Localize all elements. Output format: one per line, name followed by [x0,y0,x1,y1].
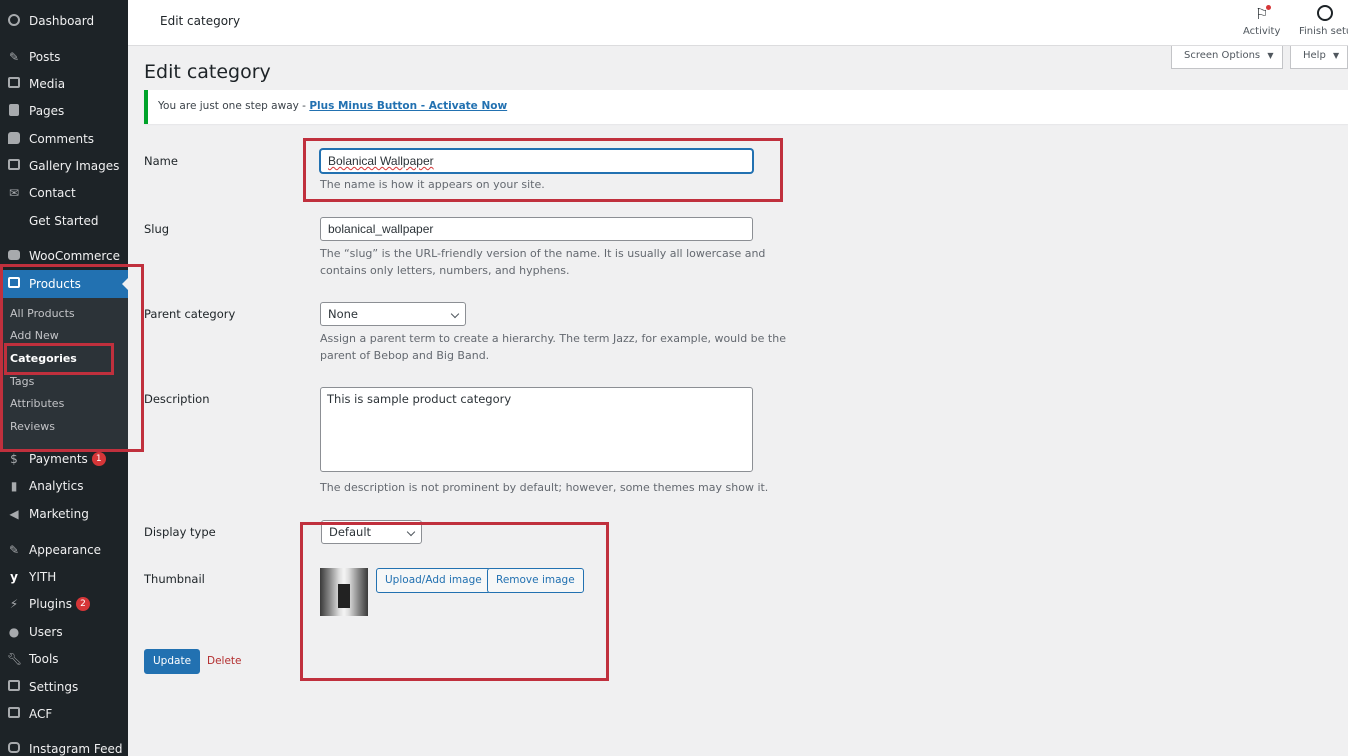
sidebar-item-get-started[interactable]: Get Started [0,207,128,235]
finish-setup-label: Finish setup [1299,26,1348,37]
acf-icon [7,707,21,721]
thumbnail-label: Thumbnail [144,572,205,586]
plug-icon: ⚡ [9,597,19,611]
slug-input[interactable]: bolanical_wallpaper [320,217,753,241]
sidebar-item-pages[interactable]: Pages [0,97,128,125]
activity-label: Activity [1243,26,1281,37]
blank-icon [7,214,21,228]
progress-circle-icon [1317,5,1335,23]
sidebar-item-tools[interactable]: 🔧︎ Tools [0,645,128,673]
wrench-icon: 🔧︎ [7,652,23,666]
parent-category-value: None [328,307,359,321]
annotation-highlight-name [303,138,783,202]
brush-icon: ✎ [8,543,20,557]
dashboard-icon [7,14,21,28]
payments-badge: 1 [91,452,106,466]
pin-icon: ✎ [8,50,20,64]
annotation-highlight-display-thumbnail [300,522,609,681]
annotation-highlight-categories [4,343,114,375]
slug-description-line-1: The “slug” is the URL-friendly version o… [320,247,766,260]
gallery-icon [7,159,21,173]
help-label: Help [1303,50,1326,61]
sidebar-item-appearance[interactable]: ✎ Appearance [0,536,128,564]
plugins-badge: 2 [75,597,90,611]
dollar-icon: $ [10,452,18,466]
update-button[interactable]: Update [144,649,201,674]
page-title: Edit category [144,61,271,83]
screen-options-label: Screen Options [1184,50,1261,61]
sidebar-item-posts[interactable]: ✎ Posts [0,43,128,71]
parent-category-label: Parent category [144,307,236,321]
caret-down-icon: ▼ [1267,51,1274,60]
description-textarea[interactable]: This is sample product category [320,387,753,472]
settings-icon [7,680,21,694]
sidebar-item-comments[interactable]: Comments [0,125,128,153]
sidebar-item-contact[interactable]: ✉ Contact [0,179,128,207]
pages-icon [7,104,21,118]
sidebar-item-dashboard[interactable]: Dashboard [0,7,128,35]
user-icon: ● [8,625,20,639]
caret-down-icon: ▼ [1333,51,1340,60]
activity-button[interactable]: ⚐ Activity [1243,5,1280,37]
top-bar: Edit category ⚐ Activity Finish setup [128,0,1348,46]
sidebar-item-gallery-images[interactable]: Gallery Images [0,152,128,180]
topbar-title: Edit category [160,14,241,28]
sidebar-item-yith[interactable]: y YITH [0,563,128,591]
comments-icon [7,132,21,146]
instagram-icon [7,742,21,756]
help-tab[interactable]: Help ▼ [1290,46,1348,69]
description-help: The description is not prominent by defa… [320,481,769,494]
slug-label: Slug [144,222,170,236]
sidebar-item-instagram-feed[interactable]: Instagram Feed [0,735,128,756]
sidebar-item-acf[interactable]: ACF [0,700,128,728]
notice-activate-link[interactable]: Plus Minus Button - Activate Now [309,100,507,112]
plugin-notice: You are just one step away - Plus Minus … [144,90,1348,124]
sidebar-item-plugins[interactable]: ⚡ Plugins 2 [0,590,128,618]
parent-description-line-2: parent of Bebop and Big Band. [320,349,490,362]
sidebar-item-analytics[interactable]: ▮ Analytics [0,472,128,500]
sidebar-item-settings[interactable]: Settings [0,673,128,701]
screen-options-tab[interactable]: Screen Options ▼ [1171,46,1283,69]
sidebar-item-marketing[interactable]: ◀ Marketing [0,500,128,528]
parent-description-line-1: Assign a parent term to create a hierarc… [320,332,786,345]
woo-icon [7,249,21,263]
parent-category-select[interactable]: None [320,302,466,326]
flag-icon: ⚐ [1253,5,1271,23]
megaphone-icon: ◀ [9,507,19,521]
name-label: Name [144,154,178,168]
mail-icon: ✉ [8,186,20,200]
bar-chart-icon: ▮ [10,479,18,493]
finish-setup-button[interactable]: Finish setup [1299,5,1348,37]
delete-link[interactable]: Delete [207,655,242,667]
description-label: Description [144,392,210,406]
display-type-label: Display type [144,525,216,539]
sidebar-item-users[interactable]: ● Users [0,618,128,646]
media-icon [7,77,21,91]
notice-text: You are just one step away - [158,100,310,112]
slug-description-line-2: contains only letters, numbers, and hyph… [320,264,570,277]
yith-icon: y [10,570,18,584]
chevron-down-icon [450,309,460,319]
sidebar-item-media[interactable]: Media [0,70,128,98]
